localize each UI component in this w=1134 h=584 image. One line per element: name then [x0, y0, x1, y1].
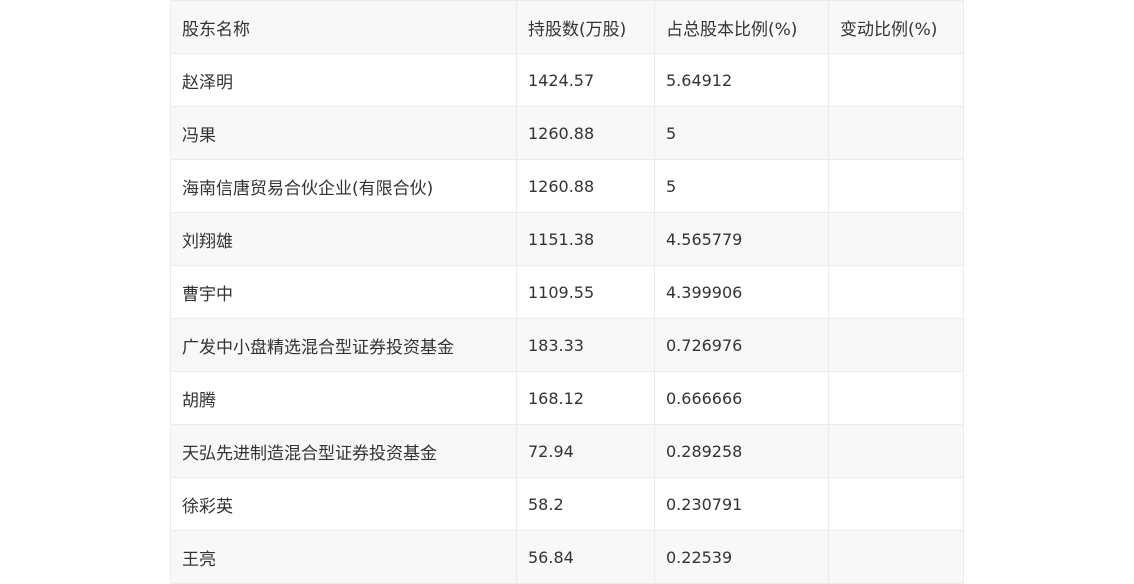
- cell-shareholder-name: 海南信唐贸易合伙企业(有限合伙): [170, 159, 517, 213]
- header-change-ratio: 变动比例(%): [828, 0, 964, 54]
- cell-share-ratio: 5: [654, 106, 829, 160]
- cell-change-ratio: [828, 371, 964, 425]
- cell-shareholder-name: 胡腾: [170, 371, 517, 425]
- cell-shares-held: 1151.38: [516, 212, 655, 266]
- cell-share-ratio: 0.230791: [654, 477, 829, 531]
- cell-shares-held: 183.33: [516, 318, 655, 372]
- cell-change-ratio: [828, 424, 964, 478]
- table-row: 赵泽明 1424.57 5.64912: [170, 53, 964, 107]
- cell-shares-held: 56.84: [516, 530, 655, 584]
- cell-shares-held: 72.94: [516, 424, 655, 478]
- table-row: 刘翔雄 1151.38 4.565779: [170, 212, 964, 266]
- cell-share-ratio: 0.666666: [654, 371, 829, 425]
- cell-shareholder-name: 徐彩英: [170, 477, 517, 531]
- cell-share-ratio: 5.64912: [654, 53, 829, 107]
- cell-change-ratio: [828, 212, 964, 266]
- table-row: 广发中小盘精选混合型证券投资基金 183.33 0.726976: [170, 318, 964, 372]
- header-shareholder-name: 股东名称: [170, 0, 517, 54]
- cell-shares-held: 1260.88: [516, 159, 655, 213]
- header-share-ratio: 占总股本比例(%): [654, 0, 829, 54]
- header-shares-held: 持股数(万股): [516, 0, 655, 54]
- cell-shareholder-name: 曹宇中: [170, 265, 517, 319]
- cell-shareholder-name: 王亮: [170, 530, 517, 584]
- table-row: 海南信唐贸易合伙企业(有限合伙) 1260.88 5: [170, 159, 964, 213]
- shareholder-table: 股东名称 持股数(万股) 占总股本比例(%) 变动比例(%) 赵泽明 1424.5…: [170, 0, 964, 584]
- shareholder-table-container: 股东名称 持股数(万股) 占总股本比例(%) 变动比例(%) 赵泽明 1424.5…: [170, 0, 964, 584]
- cell-shareholder-name: 广发中小盘精选混合型证券投资基金: [170, 318, 517, 372]
- cell-share-ratio: 4.399906: [654, 265, 829, 319]
- cell-shareholder-name: 刘翔雄: [170, 212, 517, 266]
- cell-change-ratio: [828, 265, 964, 319]
- table-row: 徐彩英 58.2 0.230791: [170, 477, 964, 531]
- cell-shares-held: 1109.55: [516, 265, 655, 319]
- table-row: 胡腾 168.12 0.666666: [170, 371, 964, 425]
- cell-shareholder-name: 赵泽明: [170, 53, 517, 107]
- cell-share-ratio: 4.565779: [654, 212, 829, 266]
- cell-share-ratio: 0.22539: [654, 530, 829, 584]
- cell-shareholder-name: 冯果: [170, 106, 517, 160]
- cell-share-ratio: 5: [654, 159, 829, 213]
- cell-change-ratio: [828, 159, 964, 213]
- cell-change-ratio: [828, 318, 964, 372]
- cell-change-ratio: [828, 53, 964, 107]
- table-header-row: 股东名称 持股数(万股) 占总股本比例(%) 变动比例(%): [170, 0, 964, 54]
- cell-shareholder-name: 天弘先进制造混合型证券投资基金: [170, 424, 517, 478]
- cell-shares-held: 1424.57: [516, 53, 655, 107]
- table-row: 曹宇中 1109.55 4.399906: [170, 265, 964, 319]
- cell-shares-held: 58.2: [516, 477, 655, 531]
- table-row: 王亮 56.84 0.22539: [170, 530, 964, 584]
- cell-change-ratio: [828, 106, 964, 160]
- table-row: 天弘先进制造混合型证券投资基金 72.94 0.289258: [170, 424, 964, 478]
- table-row: 冯果 1260.88 5: [170, 106, 964, 160]
- cell-change-ratio: [828, 477, 964, 531]
- cell-shares-held: 168.12: [516, 371, 655, 425]
- cell-share-ratio: 0.726976: [654, 318, 829, 372]
- cell-share-ratio: 0.289258: [654, 424, 829, 478]
- cell-change-ratio: [828, 530, 964, 584]
- cell-shares-held: 1260.88: [516, 106, 655, 160]
